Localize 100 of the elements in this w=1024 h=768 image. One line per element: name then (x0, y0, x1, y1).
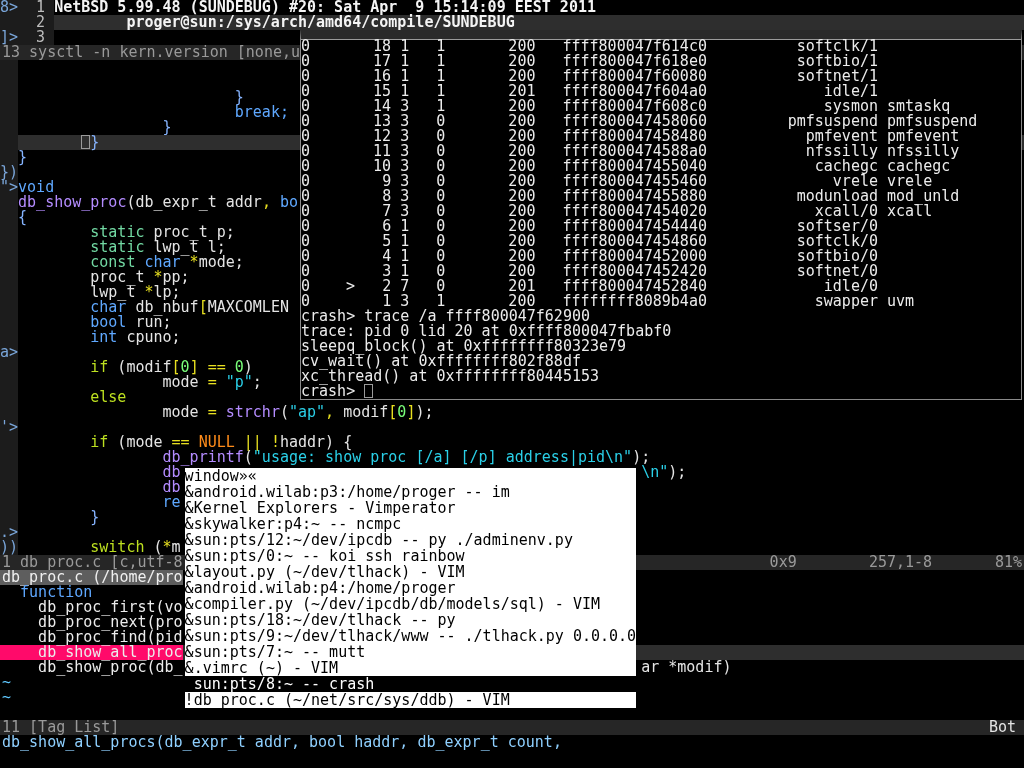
table-cell: 7 (382, 204, 392, 219)
table-cell: 0 (436, 174, 446, 189)
table-cell: 6 (382, 219, 392, 234)
table-cell: 0 (301, 264, 311, 279)
code-line: } (234, 90, 244, 105)
table-cell: 5 (382, 234, 392, 249)
code-line: static lwp_t l; (90, 240, 226, 255)
tilde-marker: ~ (1, 690, 12, 705)
menu-item[interactable]: sun:pts/8:~ -- crash (184, 676, 637, 692)
text-cursor (81, 135, 91, 149)
code-line: { (18, 210, 28, 225)
table-cell: ffff800047452840 (562, 279, 707, 294)
table-cell: 200 (508, 264, 536, 279)
table-cell: 1 (400, 54, 410, 69)
table-cell: softbio/0 (796, 249, 878, 264)
tag-item[interactable]: db_show_proc(db_ (0, 660, 183, 675)
table-cell: 0 (436, 264, 446, 279)
table-cell: 1 (400, 219, 410, 234)
table-cell: 0 (301, 114, 311, 129)
code-line: mode = "p"; (162, 375, 262, 390)
table-cell: 1 (400, 249, 410, 264)
table-cell: 3 (400, 114, 410, 129)
table-cell: 2 (382, 279, 392, 294)
code-line: const char *mode; (90, 255, 244, 270)
table-cell: vrele (887, 174, 933, 189)
file-status: 1 db_proc.c [c,utf-8 (2, 555, 183, 570)
output-line: cv_wait() at 0xffffffff802f88df (301, 354, 581, 369)
pane-title: db_proc.c (/home/pro (0, 570, 183, 585)
table-cell: 7 (400, 279, 410, 294)
table-cell: 0 (436, 219, 446, 234)
table-cell: 1 (400, 69, 410, 84)
table-cell: 8 (382, 189, 392, 204)
table-cell: ffff800047452000 (562, 249, 707, 264)
table-cell: 3 (400, 129, 410, 144)
table-cell: 3 (400, 159, 410, 174)
tag-group-label: function (20, 585, 93, 600)
tilde-marker: ~ (1, 675, 12, 690)
tag-item[interactable]: db_proc_next(pro (0, 615, 183, 630)
table-cell: ffff800047454440 (562, 219, 707, 234)
tag-item[interactable]: db_proc_first(vo (0, 600, 183, 615)
table-cell: softclk/1 (796, 39, 878, 54)
code-line: mode = strchr("ap", modif[0]); (162, 405, 434, 420)
sign-marker: .> (0, 525, 19, 540)
table-cell: pmfevent (805, 129, 878, 144)
table-cell: 0 (436, 159, 446, 174)
table-cell: cachegc (887, 159, 951, 174)
current-marker: > (346, 279, 356, 294)
table-cell: 1 (400, 39, 410, 54)
menu-item[interactable]: &sun:pts/9:~/dev/tlhack/www -- ./tlhack.py 0.0.0.0 (184, 628, 637, 644)
table-cell: ffff800047455460 (562, 174, 707, 189)
table-cell: 3 (382, 264, 392, 279)
status-text: 11 [Tag List] (2, 720, 120, 735)
table-cell: ffff800047f60080 (562, 69, 707, 84)
table-cell: 1 (400, 264, 410, 279)
line-text: NetBSD 5.99.48 (SUNDEBUG) #20: Sat Apr 9 15:14:09 EEST 2011 (54, 0, 596, 15)
sign-marker: 8> (0, 0, 19, 15)
table-cell: 0 (436, 234, 446, 249)
code-line: ar *modif) (641, 660, 732, 675)
code-line: } (90, 135, 100, 150)
table-cell: pmfsuspend (787, 114, 878, 129)
table-cell: 200 (508, 54, 536, 69)
table-cell: idle/1 (823, 84, 878, 99)
tag-item[interactable]: db_proc_find(pid (0, 630, 183, 645)
sign-marker: '> (0, 420, 19, 435)
table-cell: 1 (400, 84, 410, 99)
table-cell: 200 (508, 69, 536, 84)
table-cell: xcall/0 (814, 204, 878, 219)
scroll-percent: 81% (994, 555, 1022, 570)
table-cell: ffff800047f608c0 (562, 99, 707, 114)
table-cell: pmfevent (887, 129, 960, 144)
table-cell: 201 (508, 84, 536, 99)
output-line: xc_thread() at 0xffffffff80445153 (301, 369, 599, 384)
table-cell: 0 (301, 39, 311, 54)
table-cell: ffff8000474588a0 (562, 144, 707, 159)
scroll-position: Bot (988, 720, 1017, 735)
table-cell: 200 (508, 144, 536, 159)
table-cell: 200 (508, 129, 536, 144)
table-cell: 0 (301, 294, 311, 309)
code-line: proc_t *pp; (90, 270, 190, 285)
text-cursor (364, 384, 374, 398)
sign-marker: a> (0, 345, 19, 360)
line-number: 2 (18, 15, 55, 30)
code-line: int cpuno; (90, 330, 181, 345)
table-cell: softser/0 (796, 219, 878, 234)
code-line: db_printf("usage: show proc [/a] [/p] address|pid\n"); (162, 450, 651, 465)
table-cell: 200 (508, 204, 536, 219)
output-line: sleepq_block() at 0xffffffff80323e79 (301, 339, 627, 354)
table-cell: 0 (301, 234, 311, 249)
table-cell: ffff800047452420 (562, 264, 707, 279)
output-line: trace: pid 0 lid 20 at 0xffff800047fbabf0 (301, 324, 672, 339)
status-text: 0x9 (769, 555, 797, 570)
table-cell: 0 (301, 84, 311, 99)
table-cell: swapper (814, 294, 878, 309)
table-cell: 0 (301, 54, 311, 69)
code-line: lwp_t *lp; (90, 285, 181, 300)
table-cell: sysmon (823, 99, 878, 114)
code-line: db (162, 480, 181, 495)
table-cell: 0 (301, 189, 311, 204)
table-cell: 14 (373, 99, 392, 114)
table-cell: 3 (400, 144, 410, 159)
